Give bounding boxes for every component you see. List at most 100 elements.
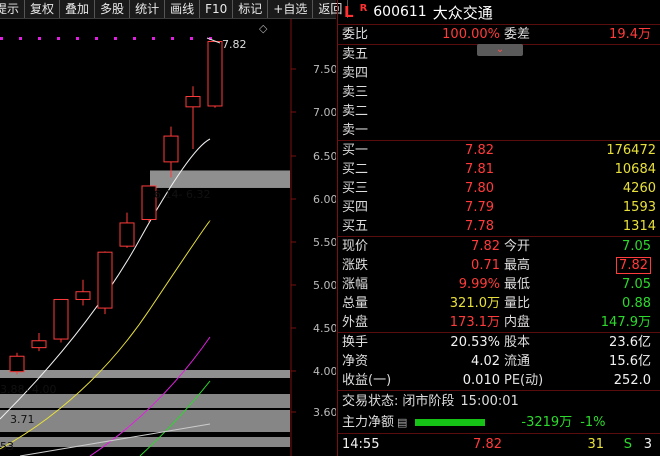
toolbar-button-8[interactable]: +自选	[268, 0, 314, 18]
fund-label: PE(动)	[504, 373, 544, 388]
dot-marker	[114, 37, 117, 40]
candle-body	[97, 251, 113, 309]
trade-status-label: 交易状态:	[342, 394, 399, 409]
sell-orderbook: 卖五卖四卖三卖二 卖一	[338, 45, 660, 141]
stat-value-wrap: 7.05	[538, 275, 651, 294]
sell-row: 卖一	[338, 121, 660, 140]
candle-body	[185, 96, 201, 108]
sell-label: 卖三	[342, 85, 369, 100]
list-icon[interactable]: ▤	[397, 412, 407, 433]
sell-row: 卖二	[338, 102, 660, 121]
main-flow-value: -3219万	[521, 415, 573, 430]
tick-volume: 31	[587, 437, 604, 452]
stat-value: 147.9万	[600, 315, 651, 330]
dot-marker	[171, 37, 174, 40]
fundamentals: 换手 20.53% 股本 23.6亿 净资 4.02 流通 15.6亿 收益(一) 0.010 PE…	[338, 333, 660, 391]
stat-value: 7.82	[616, 257, 651, 274]
y-tick-label: 3.60	[313, 406, 336, 419]
dot-marker	[190, 37, 193, 40]
tick-side: S	[623, 437, 632, 452]
stat-label: 量比	[504, 296, 531, 311]
stat-label: 外盘	[342, 315, 369, 330]
sell-label: 卖五	[342, 47, 369, 62]
dot-marker	[152, 37, 155, 40]
main-flow-label: 主力净额	[342, 415, 395, 430]
buy-label: 买四	[342, 200, 369, 215]
buy-label: 买一	[342, 143, 369, 158]
stock-name: 大众交通	[432, 3, 493, 22]
y-tick-label: 4.50	[313, 322, 336, 335]
expand-chevron-icon[interactable]: ⌄	[477, 44, 523, 56]
trade-status-time: 15:00:01	[460, 394, 519, 409]
stat-value: 0.71	[471, 258, 500, 273]
buy-row[interactable]: 买一 7.82 176472	[338, 141, 660, 160]
stat-label: 内盘	[504, 315, 531, 330]
toolbar-button-2[interactable]: 叠加	[60, 0, 96, 18]
sell-row: 卖四	[338, 64, 660, 83]
toolbar-button-7[interactable]: 标记	[233, 0, 269, 18]
buy-row[interactable]: 买三 7.80 4260	[338, 179, 660, 198]
sell-row: 卖三	[338, 83, 660, 102]
weibi-label: 委比	[342, 27, 369, 42]
dot-marker	[19, 37, 22, 40]
fund-value: 252.0	[613, 373, 651, 388]
quote-panel: L R 600611 大众交通 委比 100.00% 委差 19.4万 ⌄ 卖五…	[337, 0, 660, 456]
candle-body	[163, 135, 179, 163]
stat-label: 今开	[504, 239, 531, 254]
fund-label: 股本	[504, 335, 531, 350]
toolbar-button-4[interactable]: 统计	[130, 0, 166, 18]
fund-label: 流通	[504, 354, 531, 369]
buy-volume: 1314	[622, 219, 656, 234]
buy-row[interactable]: 买五 7.78 1314	[338, 217, 660, 236]
weibi-value: 100.00%	[442, 27, 500, 42]
y-tick-label: 7.00	[313, 106, 336, 119]
stat-value-wrap: 0.88	[538, 294, 651, 313]
dot-marker	[0, 37, 3, 40]
fund-row: 换手 20.53% 股本 23.6亿	[338, 333, 660, 352]
toolbar-button-1[interactable]: 复权	[25, 0, 61, 18]
toolbar-button-0[interactable]: 提示	[0, 0, 26, 18]
stat-value: 173.1万	[449, 315, 500, 330]
toolbar-button-5[interactable]: 画线	[165, 0, 201, 18]
stat-label: 涨跌	[342, 258, 369, 273]
gap-label: 3.88- 4.00	[0, 383, 56, 396]
buy-volume: 4260	[622, 181, 656, 196]
gap-label: 6.14- 6.32	[154, 188, 210, 201]
trade-status-value: 闭市阶段	[402, 394, 455, 409]
candle-body	[119, 222, 135, 247]
y-tick-label: 7.50	[313, 63, 336, 76]
stats-row: 现价 7.82 今开 7.05	[338, 237, 660, 256]
stat-label: 总量	[342, 296, 369, 311]
stat-label: 最高	[504, 258, 531, 273]
max-price-label: 7.82	[222, 38, 247, 51]
buy-volume: 10684	[614, 162, 656, 177]
candle-body	[9, 355, 25, 373]
price-stats: 现价 7.82 今开 7.05 涨跌 0.71 最高 7.82 涨幅 9.99% 最低 7.05 总量 3…	[338, 237, 660, 333]
kline-chart[interactable]: 7.82 ◇ 6.14- 6.32 3.88- 4.00 3.71 53 7.50 7.00 6…	[0, 19, 336, 456]
buy-volume: 1593	[622, 200, 656, 215]
gap-band	[0, 437, 290, 447]
chart-toolbar: 提示 复权 叠加 多股 统计 画线 F10 标记 +自选 返回	[0, 0, 349, 19]
stats-row: 外盘 173.1万 内盘 147.9万	[338, 313, 660, 332]
gap-label: 53	[0, 440, 14, 453]
gap-band	[0, 370, 290, 378]
buy-label: 买五	[342, 219, 369, 234]
fund-value: 4.02	[471, 354, 500, 369]
toolbar-button-6[interactable]: F10	[200, 0, 234, 18]
stat-value: 7.05	[622, 239, 651, 254]
weicha-label: 委差	[504, 27, 531, 42]
dot-marker	[38, 37, 41, 40]
buy-price: 7.82	[465, 143, 494, 158]
buy-row[interactable]: 买二 7.81 10684	[338, 160, 660, 179]
stat-value-wrap: 147.9万	[538, 313, 651, 332]
toolbar-button-3[interactable]: 多股	[95, 0, 131, 18]
stats-row: 涨幅 9.99% 最低 7.05	[338, 275, 660, 294]
stat-value-wrap: 7.05	[538, 237, 651, 256]
quote-header: L R 600611 大众交通	[338, 0, 660, 25]
buy-row[interactable]: 买四 7.79 1593	[338, 198, 660, 217]
fund-value: 15.6亿	[609, 354, 651, 369]
stat-value: 0.88	[622, 296, 651, 311]
tick-count: 3	[643, 437, 652, 452]
tick-row: 14:55 7.82 31 S 3	[338, 434, 660, 455]
dot-marker	[76, 37, 79, 40]
